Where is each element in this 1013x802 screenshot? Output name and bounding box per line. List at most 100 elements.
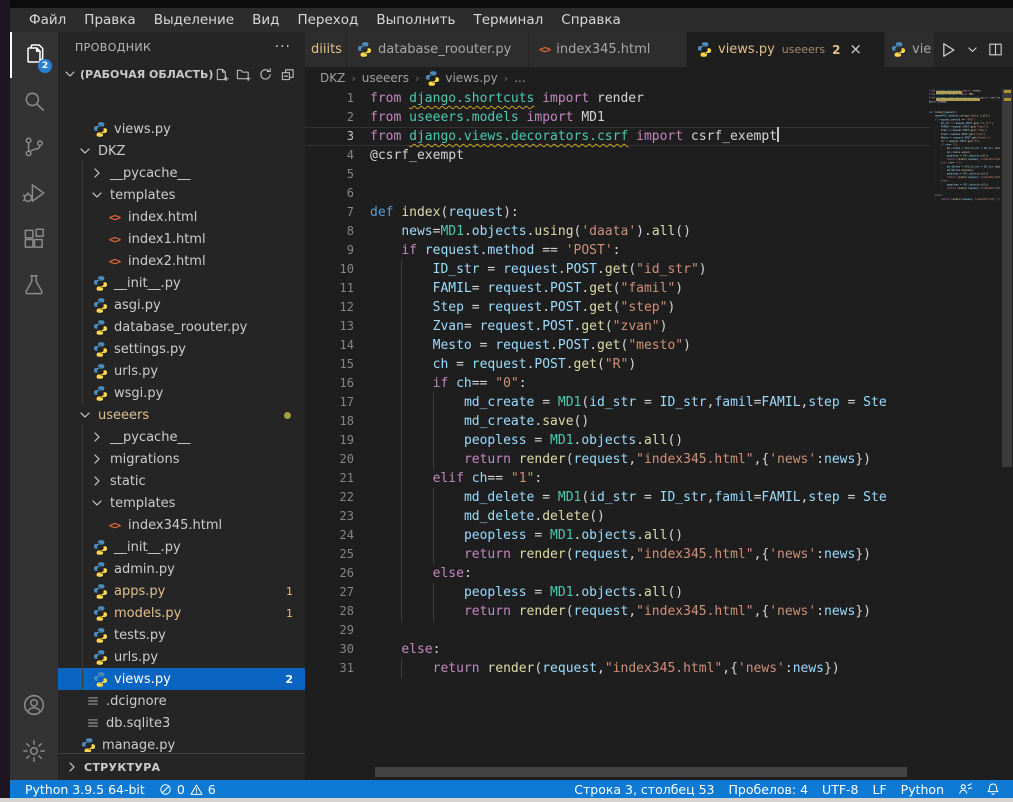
tree-item-static[interactable]: static: [58, 470, 305, 492]
menu-item-selection[interactable]: Выделение: [145, 8, 243, 32]
vertical-scrollbar[interactable]: [1001, 89, 1013, 780]
line-number[interactable]: 31: [305, 659, 370, 678]
tree-item-asgi-py[interactable]: asgi.py: [58, 294, 305, 316]
tree-item-models-py[interactable]: models.py1: [58, 602, 305, 624]
tab-vie[interactable]: vie: [885, 32, 935, 67]
code-line[interactable]: 26 else:: [305, 564, 930, 583]
tree-item-index2-html[interactable]: <>index2.html: [58, 250, 305, 272]
activity-item-testing[interactable]: [10, 262, 58, 308]
line-number[interactable]: 22: [305, 488, 370, 507]
tree-item-db-sqlite3[interactable]: db.sqlite3: [58, 712, 305, 734]
code-line[interactable]: 19 peopless = MD1.objects.all(): [305, 431, 930, 450]
bell-icon[interactable]: [979, 780, 1007, 798]
code-line[interactable]: 27 peopless = MD1.objects.all(): [305, 583, 930, 602]
code-line[interactable]: 12 Step = request.POST.get("step"): [305, 298, 930, 317]
code-line[interactable]: 11 FAMIL= request.POST.get("famil"): [305, 279, 930, 298]
line-number[interactable]: 19: [305, 431, 370, 450]
line-number[interactable]: 4: [305, 146, 370, 165]
code-line[interactable]: 22 md_delete = MD1(id_str = ID_str,famil…: [305, 488, 930, 507]
code-lines[interactable]: 1from django.shortcuts import render2fro…: [305, 89, 930, 678]
tab-index345[interactable]: <>index345.html: [529, 32, 687, 67]
line-number[interactable]: 11: [305, 279, 370, 298]
tree-item-dkz-urls-py[interactable]: urls.py: [58, 360, 305, 382]
code-line[interactable]: 21 elif ch== "1":: [305, 469, 930, 488]
new-file-icon[interactable]: [214, 67, 229, 82]
tree-item-settings-py[interactable]: settings.py: [58, 338, 305, 360]
tree-item-useeers[interactable]: useeers: [58, 404, 305, 426]
tree-item-dkz-init-py[interactable]: __init__.py: [58, 272, 305, 294]
menu-item-file[interactable]: Файл: [20, 8, 75, 32]
line-number[interactable]: 9: [305, 241, 370, 260]
tree-item-index-html[interactable]: <>index.html: [58, 206, 305, 228]
tree-item-us-init-py[interactable]: __init__.py: [58, 536, 305, 558]
outline-section-header[interactable]: СТРУКТУРА: [58, 753, 305, 780]
refresh-icon[interactable]: [258, 67, 273, 82]
line-number[interactable]: 29: [305, 621, 370, 640]
tree-item-us-pycache[interactable]: __pycache__: [58, 426, 305, 448]
code-line[interactable]: 4@csrf_exempt: [305, 146, 930, 165]
activity-item-search[interactable]: [10, 78, 58, 124]
menu-item-view[interactable]: Вид: [243, 8, 288, 32]
workspace-section-header[interactable]: (РАБОЧАЯ ОБЛАСТЬ) ...: [58, 62, 305, 86]
line-number[interactable]: 13: [305, 317, 370, 336]
status-encoding[interactable]: UTF-8: [815, 780, 865, 798]
code-line[interactable]: 17 md_create = MD1(id_str = ID_str,famil…: [305, 393, 930, 412]
code-line[interactable]: 9 if request.method == 'POST':: [305, 241, 930, 260]
tree-item-manage-py[interactable]: manage.py: [58, 734, 305, 752]
status-cursor-position[interactable]: Строка 3, столбец 53: [567, 780, 721, 798]
code-line[interactable]: 1from django.shortcuts import render: [305, 89, 930, 108]
breadcrumb-item[interactable]: DKZ: [320, 71, 345, 85]
code-line[interactable]: 16 if ch== "0":: [305, 374, 930, 393]
status-language-mode[interactable]: Python: [894, 780, 951, 798]
activity-item-extensions[interactable]: [10, 216, 58, 262]
line-number[interactable]: 28: [305, 602, 370, 621]
split-editor-icon[interactable]: [984, 41, 1007, 58]
line-number[interactable]: 18: [305, 412, 370, 431]
code-line[interactable]: 6: [305, 184, 930, 203]
activity-item-source-control[interactable]: [10, 124, 58, 170]
horizontal-scrollbar-thumb[interactable]: [375, 767, 907, 777]
menu-item-help[interactable]: Справка: [552, 8, 629, 32]
close-icon[interactable]: ×: [849, 42, 862, 57]
code-line[interactable]: 29: [305, 621, 930, 640]
line-number[interactable]: 10: [305, 260, 370, 279]
tree-item-tests-py[interactable]: tests.py: [58, 624, 305, 646]
line-number[interactable]: 2: [305, 108, 370, 127]
tab-diiits[interactable]: diiits2: [305, 32, 347, 67]
problems-indicator[interactable]: 06: [152, 780, 223, 798]
line-number[interactable]: 20: [305, 450, 370, 469]
line-number[interactable]: 27: [305, 583, 370, 602]
line-number[interactable]: 21: [305, 469, 370, 488]
tree-item-index345-html[interactable]: <>index345.html: [58, 514, 305, 536]
tree-item-us-templates[interactable]: templates: [58, 492, 305, 514]
code-line[interactable]: 30 else:: [305, 640, 930, 659]
line-number[interactable]: 23: [305, 507, 370, 526]
code-line[interactable]: 31 return render(request,"index345.html"…: [305, 659, 930, 678]
python-version-indicator[interactable]: Python 3.9.5 64-bit: [18, 780, 152, 798]
tree-item-apps-py[interactable]: apps.py1: [58, 580, 305, 602]
line-number[interactable]: 3: [305, 127, 370, 146]
line-number[interactable]: 5: [305, 165, 370, 184]
code-line[interactable]: 2from useeers.models import MD1: [305, 108, 930, 127]
code-editor[interactable]: 1from django.shortcuts import render2fro…: [305, 89, 1013, 780]
line-number[interactable]: 25: [305, 545, 370, 564]
line-number[interactable]: 15: [305, 355, 370, 374]
line-number[interactable]: 24: [305, 526, 370, 545]
status-eol[interactable]: LF: [866, 780, 894, 798]
line-number[interactable]: 6: [305, 184, 370, 203]
explorer-more-actions-icon[interactable]: ···: [275, 39, 291, 55]
code-line[interactable]: 10 ID_str = request.POST.get("id_str"): [305, 260, 930, 279]
breadcrumb-item[interactable]: useeers: [362, 71, 409, 85]
tree-item-dkz-pycache[interactable]: __pycache__: [58, 162, 305, 184]
run-dropdown-icon[interactable]: [963, 43, 982, 56]
tree-item-database-roouter[interactable]: database_roouter.py: [58, 316, 305, 338]
line-number[interactable]: 30: [305, 640, 370, 659]
line-number[interactable]: 12: [305, 298, 370, 317]
line-number[interactable]: 16: [305, 374, 370, 393]
code-line[interactable]: 25 return render(request,"index345.html"…: [305, 545, 930, 564]
menu-item-go[interactable]: Переход: [288, 8, 367, 32]
tree-item-admin-py[interactable]: admin.py: [58, 558, 305, 580]
code-line[interactable]: 7def index(request):: [305, 203, 930, 222]
code-line[interactable]: 23 md_delete.delete(): [305, 507, 930, 526]
breadcrumb-item[interactable]: ...: [514, 71, 525, 85]
